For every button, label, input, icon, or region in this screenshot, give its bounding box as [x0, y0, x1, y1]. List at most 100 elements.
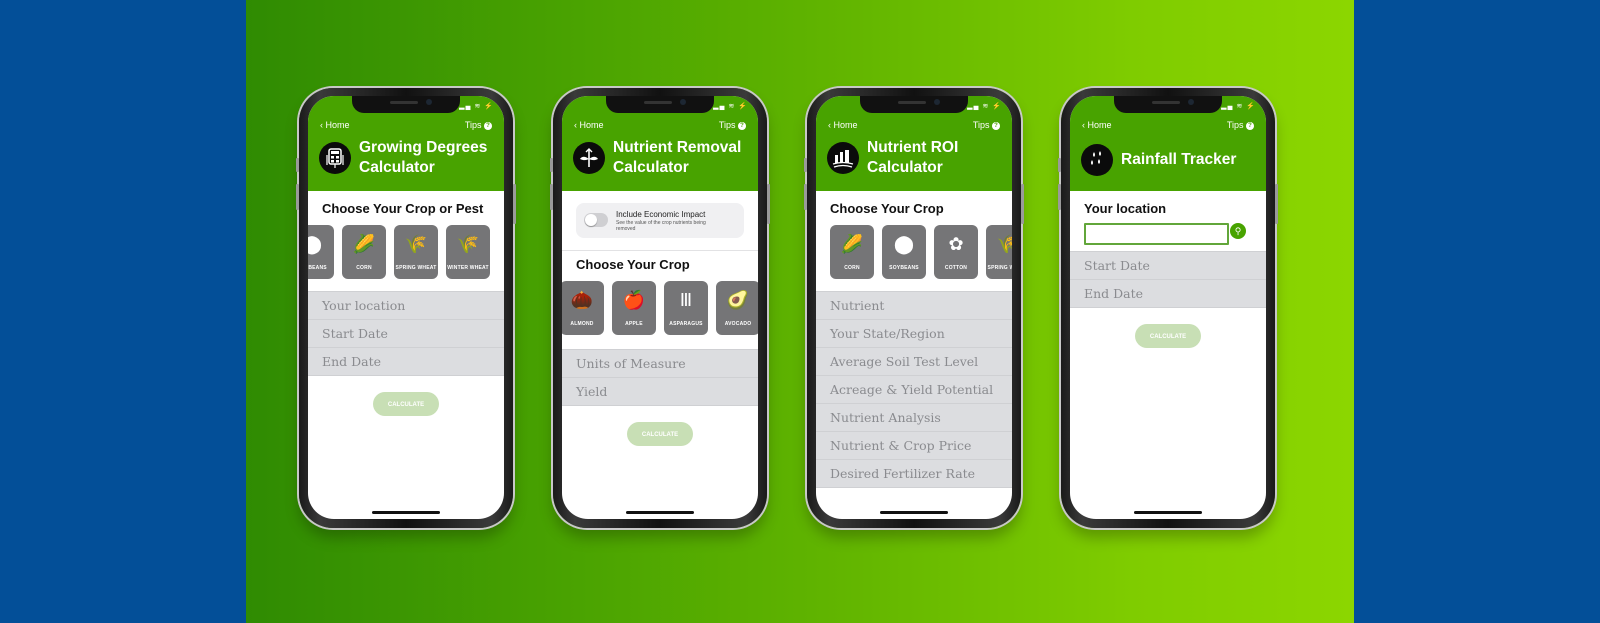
tips-label: Tips [1226, 120, 1244, 130]
page-title: Nutrient ROI Calculator [867, 139, 959, 176]
notch [606, 96, 714, 113]
status-bar-icons: ▂▄ ≋ ⚡ [459, 103, 494, 110]
wheat-icon: 🌾 [996, 234, 1012, 254]
phone-nutrient-roi: ▂▄ ≋ ⚡ ‹ Home Tips ? Nutrient ROI Calcul… [804, 88, 1024, 528]
nutrient-analysis-field[interactable]: Nutrient Analysis [816, 403, 1012, 431]
status-bar-icons: ▂▄ ≋ ⚡ [713, 103, 748, 110]
back-home-link[interactable]: ‹ Home [574, 120, 604, 130]
fertilizer-rate-field[interactable]: Desired Fertilizer Rate [816, 459, 1012, 488]
location-input[interactable] [1084, 223, 1229, 245]
side-button [296, 158, 299, 172]
notch [1114, 96, 1222, 113]
almond-icon: 🌰 [570, 290, 594, 310]
back-label: Home [1087, 120, 1112, 130]
right-blue-panel [1354, 0, 1600, 623]
crop-carousel[interactable]: 🌰 ALMOND 🍎 APPLE Ⅲ ASPARAGUS 🥑 AVOCADO [562, 275, 758, 337]
side-button [1275, 184, 1278, 224]
crop-tile-spring-wheat[interactable]: 🌾SPRING WHEAT [394, 225, 438, 279]
apple-icon: 🍎 [622, 290, 646, 310]
crop-tile-avocado[interactable]: 🥑 AVOCADO [716, 281, 758, 335]
plant-icon [573, 142, 605, 174]
crop-tile-winter-wheat[interactable]: 🌾 WINTER WHEAT [446, 225, 490, 279]
crop-carousel[interactable]: ⬤SOYBEANS 🌽CORN 🌾SPRING WHEAT 🌾WINTER WH… [308, 219, 504, 281]
status-bar-icons: ▂▄ ≋ ⚡ [1221, 103, 1256, 110]
nutrient-crop-price-field[interactable]: Nutrient & Crop Price [816, 431, 1012, 459]
asparagus-icon: Ⅲ [679, 290, 693, 310]
location-field[interactable]: Your location [308, 291, 504, 319]
tips-link[interactable]: Tips ? [973, 120, 1000, 130]
soybeans-icon: ⬤ [893, 234, 915, 254]
crop-tile-corn[interactable]: 🌽 CORN [342, 225, 386, 279]
back-label: Home [833, 120, 858, 130]
crop-tile-soybeans[interactable]: ⬤SOYBEANS [308, 225, 334, 279]
screen: ▂▄ ≋ ⚡ ‹ Home Tips ? Rainfall Tracker Yo… [1070, 96, 1266, 519]
start-date-field[interactable]: Start Date [1070, 251, 1266, 279]
notch [860, 96, 968, 113]
state-region-field[interactable]: Your State/Region [816, 319, 1012, 347]
side-button [804, 158, 807, 172]
end-date-field[interactable]: End Date [308, 347, 504, 376]
side-button [1058, 158, 1061, 172]
tips-link[interactable]: Tips ? [1227, 120, 1254, 130]
page-title: Growing Degrees Calculator [359, 139, 488, 176]
yield-field[interactable]: Yield [562, 377, 758, 406]
question-circle-icon: ? [484, 121, 492, 130]
phone-nutrient-removal: ▂▄ ≋ ⚡ ‹ Home Tips ? Nutrient Removal Ca… [550, 88, 770, 528]
question-circle-icon: ? [738, 121, 746, 130]
calculate-button[interactable]: CALCULATE [627, 422, 693, 446]
screen: ▂▄ ≋ ⚡ ‹ Home Tips ? Growing Degrees Cal… [308, 96, 504, 519]
nutrient-field[interactable]: Nutrient [816, 291, 1012, 319]
soybeans-icon: ⬤ [308, 234, 323, 254]
question-circle-icon: ? [992, 121, 1000, 130]
home-indicator[interactable] [372, 511, 440, 514]
phone-growing-degrees: ▂▄ ≋ ⚡ ‹ Home Tips ? Growing Degrees Cal… [296, 88, 516, 528]
section-title: Choose Your Crop [830, 201, 944, 216]
crop-tile-corn[interactable]: 🌽 CORN [830, 225, 874, 279]
tips-link[interactable]: Tips ? [719, 120, 746, 130]
economic-impact-card: Include Economic Impact See the value of… [576, 203, 744, 238]
green-gradient-stage: ▂▄ ≋ ⚡ ‹ Home Tips ? Growing Degrees Cal… [246, 0, 1354, 623]
phone-rainfall-tracker: ▂▄ ≋ ⚡ ‹ Home Tips ? Rainfall Tracker Yo… [1058, 88, 1278, 528]
crop-tile-soybeans[interactable]: ⬤SOYBEANS [882, 225, 926, 279]
wheat-icon: 🌾 [404, 234, 428, 254]
start-date-field[interactable]: Start Date [308, 319, 504, 347]
crop-carousel[interactable]: 🌽CORN ⬤SOYBEANS ✿COTTON 🌾SPRING WHEAT [830, 219, 1012, 281]
location-pin-icon[interactable]: ⚲ [1230, 223, 1246, 239]
question-circle-icon: ? [1246, 121, 1254, 130]
side-button [1021, 184, 1024, 224]
crop-tile-spring-wheat[interactable]: 🌾SPRING WHEAT [986, 225, 1012, 279]
end-date-field[interactable]: End Date [1070, 279, 1266, 308]
economic-impact-toggle[interactable] [584, 213, 608, 227]
crop-tile-cotton[interactable]: ✿ COTTON [934, 225, 978, 279]
soil-test-level-field[interactable]: Average Soil Test Level [816, 347, 1012, 375]
calculate-button[interactable]: CALCULATE [373, 392, 439, 416]
home-indicator[interactable] [1134, 511, 1202, 514]
back-home-link[interactable]: ‹ Home [828, 120, 858, 130]
left-blue-panel [0, 0, 246, 623]
back-home-link[interactable]: ‹ Home [1082, 120, 1112, 130]
back-label: Home [579, 120, 604, 130]
units-of-measure-field[interactable]: Units of Measure [562, 349, 758, 377]
page-title: Nutrient Removal Calculator [613, 139, 742, 176]
section-title: Choose Your Crop or Pest [322, 201, 484, 216]
raindrops-icon [1081, 144, 1113, 176]
toggle-label: Include Economic Impact [616, 210, 706, 219]
side-button [1058, 184, 1061, 210]
section-title: Choose Your Crop [576, 257, 690, 272]
crop-tile-almond[interactable]: 🌰 ALMOND [562, 281, 604, 335]
home-indicator[interactable] [626, 511, 694, 514]
crop-tile-apple[interactable]: 🍎 APPLE [612, 281, 656, 335]
avocado-icon: 🥑 [726, 290, 750, 310]
side-button [550, 184, 553, 210]
location-label: Your location [1084, 201, 1167, 216]
acreage-yield-field[interactable]: Acreage & Yield Potential [816, 375, 1012, 403]
calculate-button[interactable]: CALCULATE [1135, 324, 1201, 348]
side-button [513, 184, 516, 224]
back-home-link[interactable]: ‹ Home [320, 120, 350, 130]
toggle-sublabel: See the value of the crop nutrients bein… [616, 220, 706, 232]
back-label: Home [325, 120, 350, 130]
home-indicator[interactable] [880, 511, 948, 514]
side-button [767, 184, 770, 224]
tips-link[interactable]: Tips ? [465, 120, 492, 130]
crop-tile-asparagus[interactable]: Ⅲ ASPARAGUS [664, 281, 708, 335]
